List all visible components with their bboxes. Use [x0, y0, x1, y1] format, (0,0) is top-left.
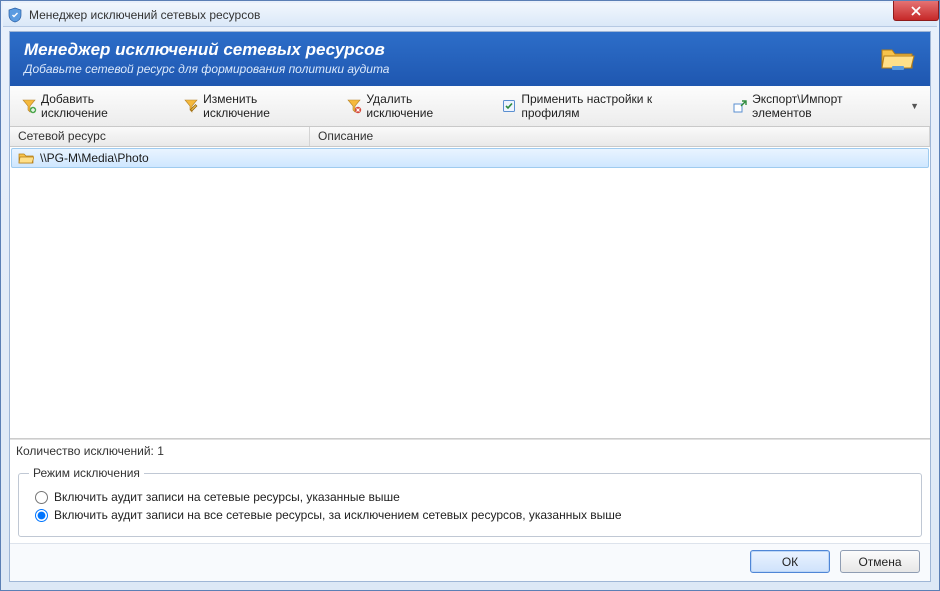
- folder-icon: [18, 151, 34, 165]
- count-value: 1: [157, 444, 164, 458]
- column-header-resource[interactable]: Сетевой ресурс: [10, 127, 310, 146]
- exclusions-grid: Сетевой ресурс Описание \\PG-M\Media\Pho…: [10, 127, 930, 439]
- toolbar-label: Изменить исключение: [203, 92, 326, 120]
- radio-include[interactable]: [35, 491, 48, 504]
- window-frame: Менеджер исключений сетевых ресурсов Мен…: [0, 0, 940, 591]
- funnel-edit-icon: [183, 98, 199, 114]
- toolbar-label: Удалить исключение: [366, 92, 481, 120]
- apply-icon: [501, 98, 517, 114]
- radio-include-label[interactable]: Включить аудит записи на сетевые ресурсы…: [54, 490, 400, 504]
- radio-exclude-label[interactable]: Включить аудит записи на все сетевые рес…: [54, 508, 622, 522]
- dialog-footer: ОК Отмена: [10, 543, 930, 581]
- header-subtitle: Добавьте сетевой ресурс для формирования…: [24, 62, 389, 76]
- radio-exclude[interactable]: [35, 509, 48, 522]
- exclusion-count: Количество исключений: 1: [10, 439, 930, 462]
- toolbar-label: Экспорт\Импорт элементов: [752, 92, 904, 120]
- cancel-button[interactable]: Отмена: [840, 550, 920, 573]
- grid-body[interactable]: \\PG-M\Media\Photo: [10, 147, 930, 438]
- app-icon: [7, 7, 23, 23]
- mode-legend: Режим исключения: [29, 466, 144, 480]
- close-button[interactable]: [893, 1, 939, 21]
- button-label: Отмена: [858, 555, 901, 569]
- funnel-delete-icon: [346, 98, 362, 114]
- button-label: ОК: [782, 555, 798, 569]
- funnel-add-icon: [21, 98, 37, 114]
- grid-header: Сетевой ресурс Описание: [10, 127, 930, 147]
- toolbar-label: Применить настройки к профилям: [521, 92, 712, 120]
- window-title: Менеджер исключений сетевых ресурсов: [29, 8, 260, 22]
- header-band: Менеджер исключений сетевых ресурсов Доб…: [10, 32, 930, 86]
- delete-exclusion-button[interactable]: Удалить исключение: [339, 88, 488, 124]
- exclusion-mode-group: Режим исключения Включить аудит записи н…: [18, 466, 922, 537]
- export-import-icon: [732, 98, 748, 114]
- export-import-button[interactable]: Экспорт\Импорт элементов ▼: [725, 88, 926, 124]
- titlebar: Менеджер исключений сетевых ресурсов: [3, 3, 937, 27]
- edit-exclusion-button[interactable]: Изменить исключение: [176, 88, 333, 124]
- cell-resource: \\PG-M\Media\Photo: [40, 151, 149, 165]
- close-icon: [910, 6, 922, 16]
- network-folder-icon: [880, 42, 916, 74]
- table-row[interactable]: \\PG-M\Media\Photo: [11, 148, 929, 168]
- apply-to-profiles-button[interactable]: Применить настройки к профилям: [494, 88, 719, 124]
- add-exclusion-button[interactable]: Добавить исключение: [14, 88, 170, 124]
- header-title: Менеджер исключений сетевых ресурсов: [24, 40, 389, 60]
- dialog-body: Менеджер исключений сетевых ресурсов Доб…: [9, 31, 931, 582]
- toolbar-label: Добавить исключение: [41, 92, 163, 120]
- column-header-description[interactable]: Описание: [310, 127, 930, 146]
- ok-button[interactable]: ОК: [750, 550, 830, 573]
- count-label: Количество исключений:: [16, 444, 154, 458]
- toolbar: Добавить исключение Изменить исключение …: [10, 86, 930, 127]
- chevron-down-icon: ▼: [910, 101, 919, 111]
